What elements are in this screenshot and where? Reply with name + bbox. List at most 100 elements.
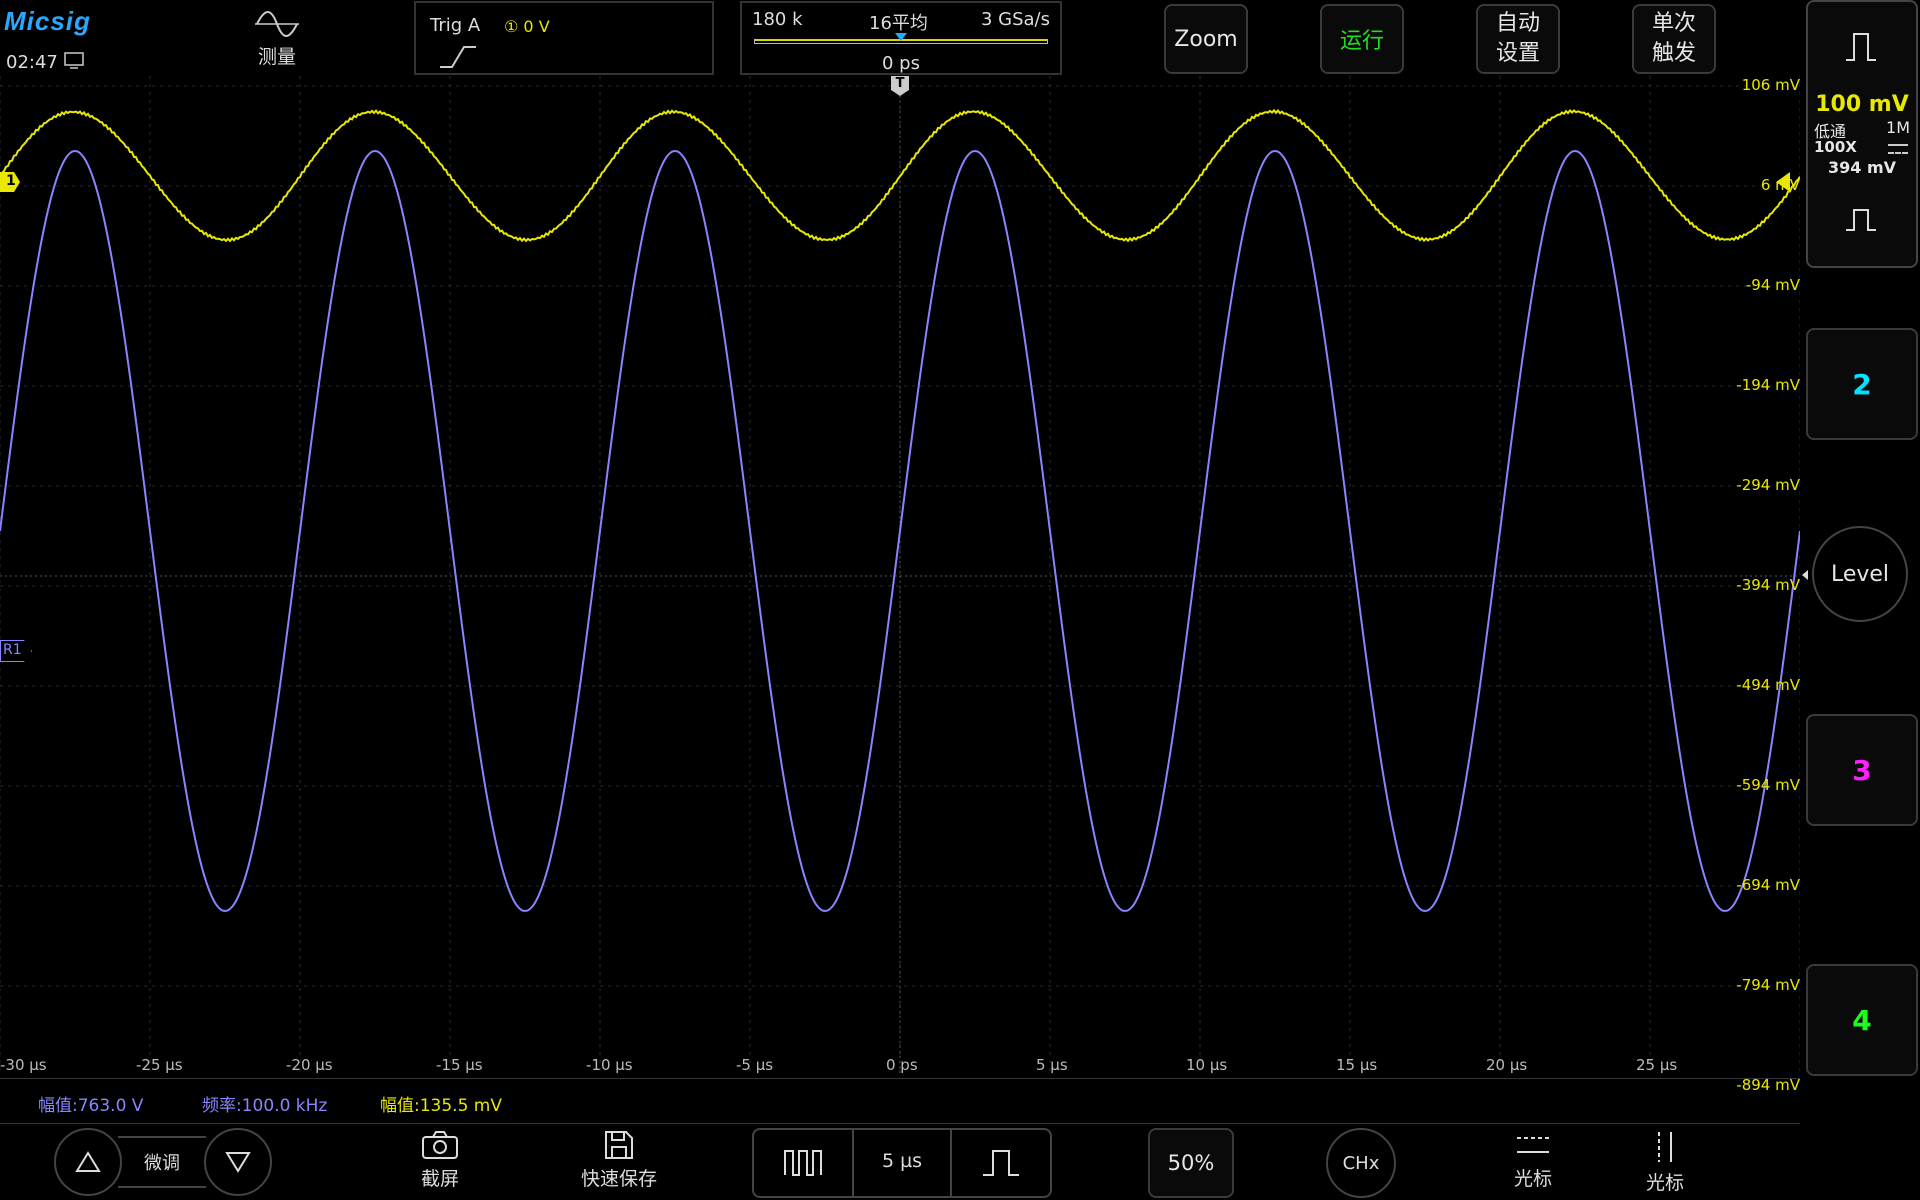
down-arrow-icon [225, 1152, 251, 1173]
r1-marker-label: R1 [3, 642, 22, 658]
x-axis-label: 5 µs [1036, 1056, 1068, 1074]
ch1-button[interactable]: 100 mV 低通 1M 100X 394 mV [1806, 0, 1918, 268]
trigger-marker-label: T [895, 76, 905, 91]
measurement-bar: 幅值:763.0 V 频率:100.0 kHz 幅值:135.5 mV [0, 1078, 1800, 1124]
x-axis-label: 15 µs [1336, 1056, 1378, 1074]
x-axis-label: 0 ps [886, 1056, 918, 1074]
fine-label: 微调 [144, 1153, 180, 1174]
ch3-button[interactable]: 3 [1806, 714, 1918, 826]
x-axis-label: 20 µs [1486, 1056, 1528, 1074]
trigger-50-button[interactable]: 50% [1148, 1128, 1234, 1198]
timebase-value: 5 µs [881, 1150, 923, 1172]
y-axis-label: -294 mV [1736, 476, 1800, 494]
clock-text: 02:47 [6, 52, 58, 73]
ch2-label: 2 [1852, 367, 1872, 401]
up-arrow-icon [75, 1151, 101, 1172]
floppy-icon [605, 1131, 633, 1159]
single-trigger-label: 单次 触发 [1651, 11, 1696, 66]
vertical-cursor-icon [1658, 1132, 1672, 1162]
trigger-info[interactable]: Trig A ① 0 V [414, 1, 714, 75]
zoom-button[interactable]: Zoom [1164, 4, 1248, 74]
memory-position-marker[interactable] [895, 33, 907, 41]
run-button[interactable]: 运行 [1320, 4, 1404, 74]
average-count: 16平均 [869, 13, 928, 34]
ch4-button[interactable]: 4 [1806, 964, 1918, 1076]
horizontal-cursor-icon [1517, 1137, 1549, 1153]
y-axis-label: -494 mV [1736, 676, 1800, 694]
chx-label: CHx [1342, 1152, 1380, 1174]
camera-icon [422, 1131, 458, 1159]
timebase-control: 5 µs [752, 1128, 1052, 1198]
autoset-button[interactable]: 自动 设置 [1476, 4, 1560, 74]
up-button[interactable] [54, 1128, 122, 1196]
acquisition-info[interactable]: 180 k 16平均 3 GSa/s 0 ps [740, 1, 1062, 75]
ch1-marker-label: 1 [6, 173, 16, 189]
x-axis-label: 25 µs [1636, 1056, 1678, 1074]
y-axis-label: -394 mV [1736, 576, 1800, 594]
dc-coupling-icon [1888, 144, 1908, 154]
measurement-item[interactable]: 幅值:763.0 V [38, 1091, 143, 1116]
ch1-offset: 394 mV [1827, 158, 1897, 177]
run-label: 运行 [1339, 29, 1384, 54]
y-axis-label: -694 mV [1736, 876, 1800, 894]
pulse-icon [1846, 33, 1876, 61]
rising-edge-icon [440, 46, 476, 68]
horizontal-cursor-label: 光标 [1513, 1168, 1552, 1190]
y-axis-label: -794 mV [1736, 976, 1800, 994]
measure-label: 测量 [257, 46, 296, 68]
x-axis-label: 10 µs [1186, 1056, 1228, 1074]
monitor-icon [63, 52, 84, 69]
measure-button[interactable]: 测量 [244, 8, 310, 72]
x-axis-label: -10 µs [586, 1056, 633, 1074]
down-button[interactable] [204, 1128, 272, 1196]
ch1-scale: 100 mV [1815, 92, 1909, 117]
memory-bar[interactable] [754, 33, 1048, 44]
screenshot-label: 截屏 [420, 1168, 459, 1190]
x-axis-label: -20 µs [286, 1056, 333, 1074]
brand-logo: Micsig [4, 6, 91, 36]
zoom-label: Zoom [1174, 26, 1238, 52]
vertical-cursor-label: 光标 [1645, 1172, 1684, 1194]
ch4-label: 4 [1852, 1003, 1872, 1037]
measurement-item[interactable]: 幅值:135.5 mV [380, 1091, 502, 1116]
x-axis-label: -25 µs [136, 1056, 183, 1074]
x-axis-label: -30 µs [0, 1056, 47, 1074]
ch1-probe: 100X [1814, 138, 1857, 156]
sample-rate: 3 GSa/s [980, 9, 1050, 30]
memory-depth: 180 k [752, 9, 803, 30]
chx-button[interactable]: CHx [1326, 1128, 1396, 1198]
sine-wave-icon [255, 11, 299, 37]
y-axis-label: 106 mV [1741, 76, 1800, 94]
pulse-icon [1846, 209, 1876, 231]
timebase-faster-button[interactable] [754, 1130, 854, 1196]
ch1-impedance: 1M [1886, 118, 1910, 137]
level-label: Level [1830, 561, 1890, 587]
y-axis-label: -194 mV [1736, 376, 1800, 394]
quick-save-button[interactable]: 快速保存 [574, 1130, 664, 1194]
screenshot-button[interactable]: 截屏 [410, 1130, 470, 1194]
horizontal-cursor-button[interactable]: 光标 [1508, 1130, 1558, 1194]
pulse-train-icon [784, 1150, 822, 1176]
waveform-display[interactable] [0, 76, 1800, 1076]
timebase-slower-button[interactable] [950, 1130, 1050, 1196]
single-trigger-button[interactable]: 单次 触发 [1632, 4, 1716, 74]
pulse-icon [983, 1150, 1019, 1176]
vertical-cursor-button[interactable]: 光标 [1640, 1130, 1690, 1194]
trigger-level-marker[interactable] [1776, 172, 1790, 192]
trigger-50-label: 50% [1167, 1151, 1215, 1175]
ch2-button[interactable]: 2 [1806, 328, 1918, 440]
trigger-level: ① 0 V [504, 17, 550, 36]
ch3-label: 3 [1852, 753, 1872, 787]
measurement-item[interactable]: 频率:100.0 kHz [202, 1091, 327, 1116]
horizontal-offset: 0 ps [882, 53, 920, 74]
quick-save-label: 快速保存 [580, 1168, 657, 1190]
center-offset-marker [1802, 570, 1808, 580]
trigger-source: Trig A [430, 15, 481, 36]
clock: 02:47 [6, 52, 84, 73]
y-axis-label: -94 mV [1745, 276, 1800, 294]
fine-adjust-label: 微调 [118, 1136, 206, 1188]
autoset-label: 自动 设置 [1495, 11, 1540, 66]
y-axis-label: -594 mV [1736, 776, 1800, 794]
level-knob[interactable]: Level [1812, 526, 1908, 622]
x-axis-label: -15 µs [436, 1056, 483, 1074]
